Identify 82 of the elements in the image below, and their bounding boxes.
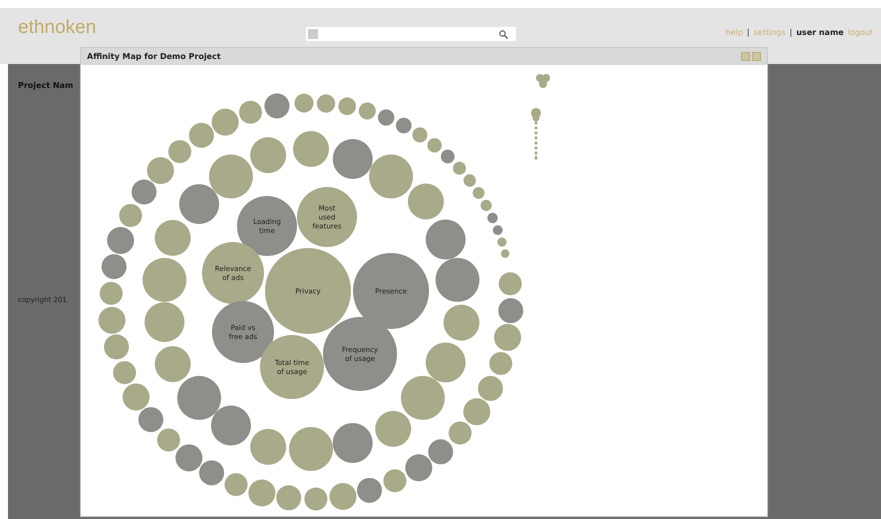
bubble — [154, 220, 191, 256]
bubble — [179, 184, 220, 224]
bubble — [375, 410, 412, 447]
bubble — [104, 334, 129, 360]
bubble — [448, 421, 472, 444]
bubble — [98, 306, 126, 334]
bubble — [440, 150, 455, 164]
bubble — [248, 479, 276, 506]
bubble — [147, 157, 174, 184]
bubble — [480, 200, 492, 211]
project-heading: Project Nam — [18, 81, 74, 90]
bubble — [492, 225, 503, 236]
bubble — [338, 97, 356, 116]
maximize-button[interactable] — [741, 52, 750, 61]
bubble — [427, 138, 442, 152]
bubble — [489, 352, 512, 375]
bubble — [329, 482, 356, 510]
search-icon[interactable] — [499, 30, 508, 38]
bubble — [177, 376, 222, 420]
separator: | — [746, 28, 750, 37]
bubble — [144, 302, 184, 342]
bubble — [332, 423, 373, 463]
bubble — [188, 122, 214, 148]
user-name: user name — [796, 28, 844, 37]
bubble — [494, 324, 522, 351]
bubble — [168, 140, 192, 164]
bubble — [426, 342, 466, 382]
bubble — [100, 282, 123, 305]
bubble — [250, 137, 286, 174]
bubble — [452, 162, 466, 175]
bubble — [316, 94, 336, 113]
bubble — [464, 174, 476, 187]
close-button[interactable] — [752, 52, 761, 61]
bubble — [472, 187, 484, 199]
bubble — [119, 204, 142, 227]
bubble — [405, 454, 432, 482]
bubble — [378, 109, 394, 126]
bubble — [107, 226, 134, 254]
bubble — [463, 398, 490, 426]
bubble — [212, 108, 239, 136]
bubble — [239, 100, 262, 124]
bubble — [289, 427, 333, 471]
bubble — [208, 154, 253, 198]
bubble — [250, 428, 286, 465]
bubble — [264, 93, 290, 118]
bubble — [102, 254, 127, 280]
bubble — [358, 102, 376, 120]
bubble — [498, 298, 524, 324]
bubble — [154, 346, 191, 382]
bubble — [304, 487, 328, 510]
bubble — [224, 473, 248, 496]
bubble — [400, 376, 445, 420]
bubble — [412, 127, 428, 142]
bubble — [294, 94, 314, 113]
bubble — [428, 439, 454, 464]
bubble — [293, 131, 329, 167]
bubble — [142, 258, 186, 302]
bubble — [426, 220, 466, 260]
bubble — [369, 154, 414, 198]
bubble — [408, 183, 444, 220]
bubble — [157, 428, 180, 452]
bubble — [138, 407, 164, 432]
bubble — [332, 139, 373, 179]
bubble — [498, 272, 522, 296]
bubble — [210, 406, 251, 446]
bubble — [175, 444, 202, 472]
bubble — [199, 460, 224, 486]
separator: | — [790, 28, 792, 37]
logo: ethnoken — [18, 17, 96, 39]
bubble — [132, 180, 157, 204]
bubble — [276, 485, 302, 510]
bubble — [396, 118, 412, 134]
bubble — [113, 361, 136, 384]
bubble — [487, 212, 498, 224]
bubble — [383, 469, 406, 492]
bubble — [356, 478, 382, 503]
dialog-title: Affinity Map for Demo Project — [87, 52, 221, 61]
bubble — [436, 258, 480, 302]
bubble — [122, 384, 150, 410]
bubble — [443, 304, 480, 341]
search-field[interactable] — [306, 27, 516, 41]
bubble — [478, 376, 503, 401]
